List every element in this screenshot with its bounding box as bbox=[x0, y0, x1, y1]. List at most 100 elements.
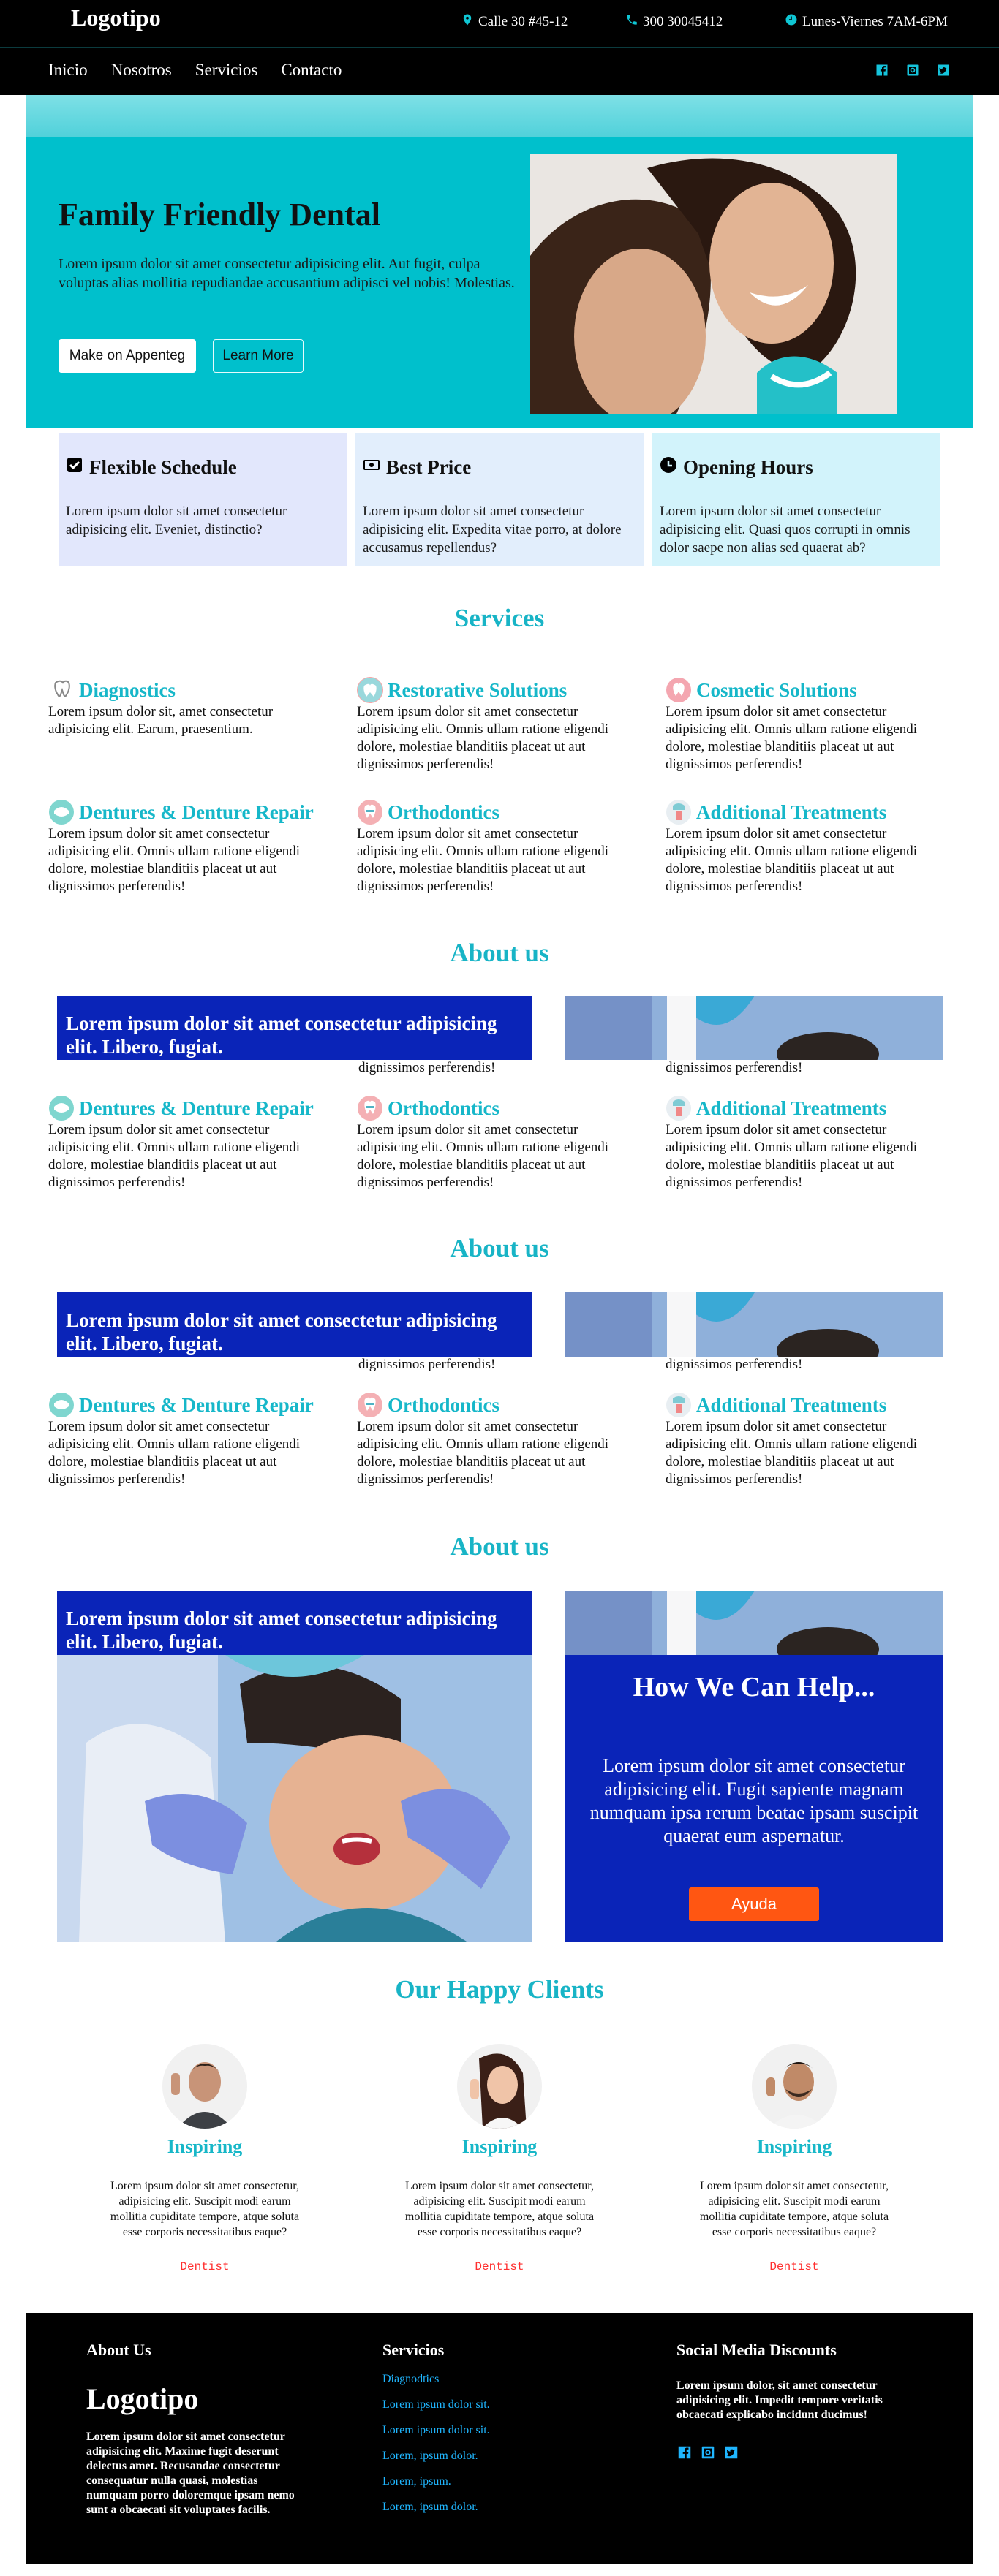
clock-icon bbox=[660, 456, 677, 479]
hours-text: Lunes-Viernes 7AM-6PM bbox=[802, 14, 948, 29]
service-dentures: Dentures & Denture Repair Lorem ipsum do… bbox=[48, 1392, 341, 1488]
service-diagnostics: Diagnostics Lorem ipsum dolor sit, amet … bbox=[48, 677, 341, 738]
nav-item-inicio[interactable]: Inicio bbox=[48, 61, 88, 80]
service-restorative: Restorative Solutions Lorem ipsum dolor … bbox=[357, 677, 649, 773]
client-card: Inspiring Lorem ipsum dolor sit amet con… bbox=[95, 2044, 314, 2273]
site-logo[interactable]: Logotipo bbox=[71, 4, 161, 31]
braces-icon bbox=[357, 1095, 383, 1121]
feature-title: Opening Hours bbox=[683, 456, 813, 478]
service-title: Cosmetic Solutions bbox=[696, 678, 857, 701]
hero-image bbox=[530, 154, 897, 414]
clock-icon bbox=[785, 13, 798, 31]
service-orthodontics: Orthodontics Lorem ipsum dolor sit amet … bbox=[357, 1095, 649, 1192]
help-title: How We Can Help... bbox=[633, 1672, 875, 1702]
feature-text: Lorem ipsum dolor sit amet consectetur a… bbox=[660, 504, 911, 556]
location-pin-icon bbox=[461, 13, 474, 31]
service-cosmetic: Cosmetic Solutions Lorem ipsum dolor sit… bbox=[666, 677, 958, 773]
instagram-icon[interactable] bbox=[700, 2444, 716, 2464]
footer-link[interactable]: Lorem, ipsum. bbox=[382, 2475, 490, 2488]
feature-card-price: Best Price Lorem ipsum dolor sit amet co… bbox=[355, 433, 644, 566]
facebook-icon[interactable] bbox=[676, 2444, 693, 2464]
appointment-button[interactable]: Make on Appenteg bbox=[59, 339, 196, 373]
phone-text[interactable]: 300 30045412 bbox=[643, 14, 723, 30]
instagram-icon[interactable] bbox=[905, 63, 920, 81]
service-orthodontics: Orthodontics Lorem ipsum dolor sit amet … bbox=[357, 1392, 649, 1488]
footer-link[interactable]: Lorem, ipsum dolor. bbox=[382, 2450, 490, 2463]
feature-text: Lorem ipsum dolor sit amet consectetur a… bbox=[66, 504, 287, 537]
service-dentures: Dentures & Denture Repair Lorem ipsum do… bbox=[48, 1095, 341, 1192]
service-text: Lorem ipsum dolor sit amet consectetur a… bbox=[666, 1419, 918, 1487]
feature-card-flexible: Flexible Schedule Lorem ipsum dolor sit … bbox=[59, 433, 347, 566]
hours-info: Lunes-Viernes 7AM-6PM bbox=[785, 13, 948, 31]
help-button[interactable]: Ayuda bbox=[689, 1887, 819, 1921]
client-quote: Lorem ipsum dolor sit amet consectetur, … bbox=[699, 2180, 889, 2238]
service-text: Lorem ipsum dolor sit amet consectetur a… bbox=[357, 704, 609, 772]
hero-title: Family Friendly Dental bbox=[59, 197, 380, 232]
client-name: Inspiring bbox=[167, 2136, 243, 2157]
service-additional: Additional Treatments Lorem ipsum dolor … bbox=[666, 1392, 958, 1488]
service-dentures: Dentures & Denture Repair Lorem ipsum do… bbox=[48, 799, 341, 895]
client-role: Dentist bbox=[475, 2260, 524, 2273]
twitter-icon[interactable] bbox=[936, 63, 951, 81]
feature-title: Best Price bbox=[386, 456, 472, 478]
client-role: Dentist bbox=[769, 2260, 819, 2273]
footer-services-title: Servicios bbox=[382, 2341, 445, 2359]
service-text: Lorem ipsum dolor sit amet consectetur a… bbox=[48, 1122, 301, 1190]
denture-icon bbox=[48, 799, 75, 825]
client-card: Inspiring Lorem ipsum dolor sit amet con… bbox=[685, 2044, 904, 2273]
learn-more-button[interactable]: Learn More bbox=[213, 339, 304, 373]
top-bar: Logotipo Calle 30 #45-12 300 30045412 Lu… bbox=[0, 0, 999, 47]
twitter-icon[interactable] bbox=[723, 2444, 739, 2464]
denture-icon bbox=[48, 1392, 75, 1418]
about-image-strip-2 bbox=[565, 1292, 943, 1357]
clipped-text: dignissimos perferendis! bbox=[358, 1357, 496, 1372]
service-title: Additional Treatments bbox=[696, 1096, 887, 1119]
implant-icon bbox=[666, 799, 692, 825]
address-info: Calle 30 #45-12 bbox=[461, 13, 568, 31]
tooth-mirror-icon bbox=[48, 677, 75, 703]
service-text: Lorem ipsum dolor sit amet consectetur a… bbox=[666, 826, 918, 894]
clipped-text: dignissimos perferendis! bbox=[358, 1060, 496, 1075]
tooth-sparkle-icon bbox=[666, 677, 692, 703]
footer-services-list: Diagnodtics Lorem ipsum dolor sit. Lorem… bbox=[382, 2373, 490, 2526]
footer-logo[interactable]: Logotipo bbox=[86, 2382, 198, 2416]
hero-top-stripe bbox=[26, 95, 973, 137]
service-title: Dentures & Denture Repair bbox=[79, 800, 314, 823]
service-title: Orthodontics bbox=[388, 1393, 500, 1416]
implant-icon bbox=[666, 1392, 692, 1418]
facebook-icon[interactable] bbox=[875, 63, 889, 81]
client-quote: Lorem ipsum dolor sit amet consectetur, … bbox=[404, 2180, 595, 2238]
help-box: How We Can Help... Lorem ipsum dolor sit… bbox=[565, 1655, 943, 1942]
service-title: Restorative Solutions bbox=[388, 678, 568, 701]
clients-heading: Our Happy Clients bbox=[395, 1975, 604, 2004]
nav-item-contacto[interactable]: Contacto bbox=[281, 61, 342, 80]
implant-icon bbox=[666, 1095, 692, 1121]
phone-info: 300 30045412 bbox=[625, 13, 723, 31]
service-title: Additional Treatments bbox=[696, 1393, 887, 1416]
footer-social-icons bbox=[676, 2444, 739, 2464]
footer-social-title: Social Media Discounts bbox=[676, 2341, 837, 2359]
client-name: Inspiring bbox=[756, 2136, 832, 2157]
feature-title: Flexible Schedule bbox=[89, 456, 237, 478]
service-title: Diagnostics bbox=[79, 678, 176, 701]
service-additional: Additional Treatments Lorem ipsum dolor … bbox=[666, 1095, 958, 1192]
service-title: Dentures & Denture Repair bbox=[79, 1096, 314, 1119]
feature-card-hours: Opening Hours Lorem ipsum dolor sit amet… bbox=[652, 433, 940, 566]
footer-link[interactable]: Lorem ipsum dolor sit. bbox=[382, 2424, 490, 2437]
footer-link[interactable]: Lorem, ipsum dolor. bbox=[382, 2501, 490, 2514]
client-role: Dentist bbox=[180, 2260, 230, 2273]
nav-item-nosotros[interactable]: Nosotros bbox=[111, 61, 172, 80]
about-heading-2: About us bbox=[450, 1234, 549, 1262]
about-image-strip-3 bbox=[565, 1591, 943, 1655]
braces-icon bbox=[357, 799, 383, 825]
clipped-text: dignissimos perferendis! bbox=[666, 1060, 803, 1075]
nav-item-servicios[interactable]: Servicios bbox=[195, 61, 258, 80]
denture-icon bbox=[48, 1095, 75, 1121]
check-square-icon bbox=[66, 456, 83, 479]
hero-section: Family Friendly Dental Lorem ipsum dolor… bbox=[26, 137, 973, 428]
money-icon bbox=[363, 456, 380, 479]
feature-text: Lorem ipsum dolor sit amet consectetur a… bbox=[363, 504, 622, 556]
footer-link[interactable]: Lorem ipsum dolor sit. bbox=[382, 2398, 490, 2412]
client-card: Inspiring Lorem ipsum dolor sit amet con… bbox=[390, 2044, 609, 2273]
footer-link[interactable]: Diagnodtics bbox=[382, 2373, 490, 2386]
